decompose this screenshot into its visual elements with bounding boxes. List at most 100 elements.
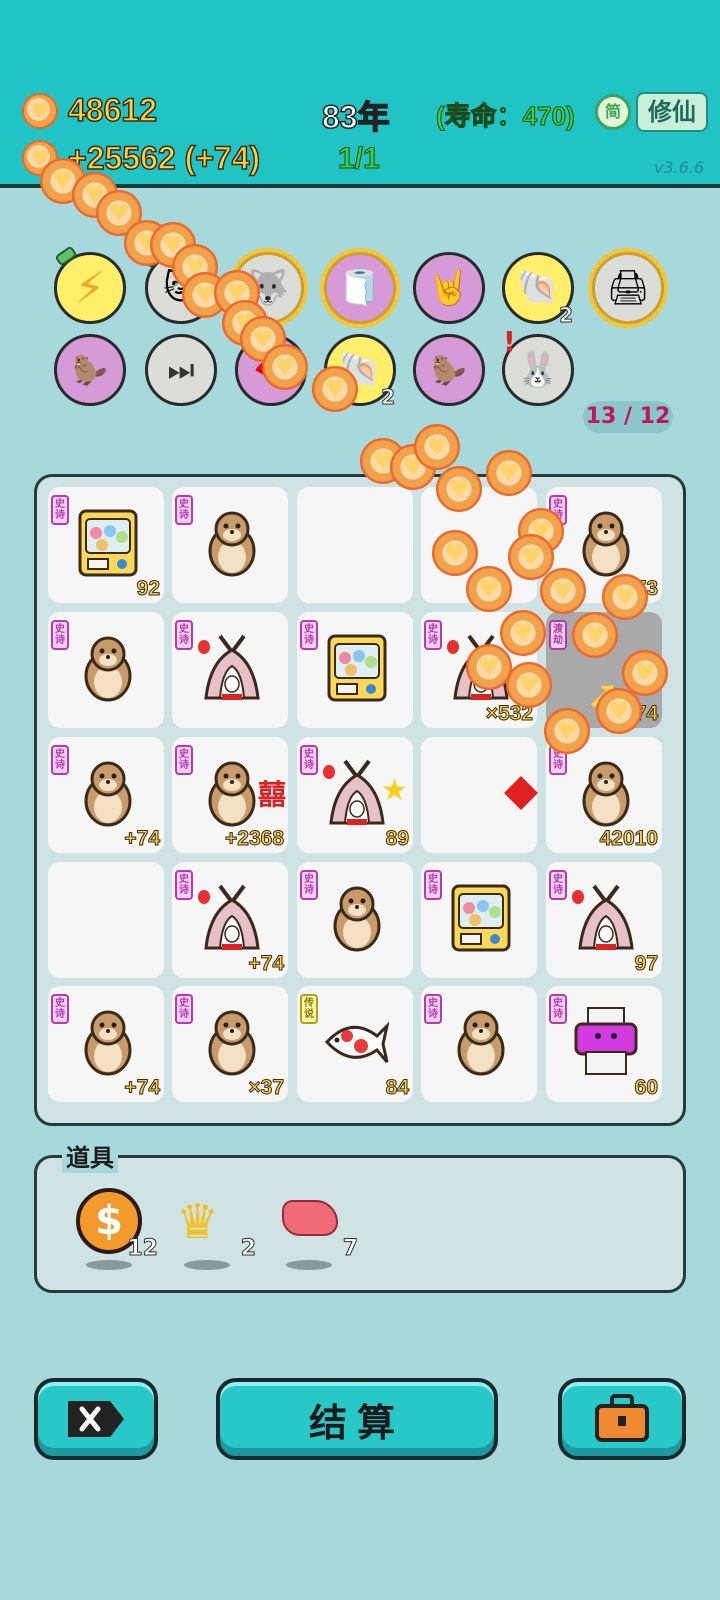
item-count: 7 [342, 1236, 358, 1262]
rarity-tag: 史诗 [300, 870, 318, 900]
gacha-machine-icon [327, 634, 387, 702]
board-cell[interactable]: 传说 84 [297, 986, 413, 1102]
board-cell[interactable] [48, 862, 164, 978]
flying-coin-icon [506, 662, 552, 708]
rock-hand-relic[interactable]: 🤘 [413, 252, 485, 324]
board-cell[interactable]: 史诗 +74 [48, 986, 164, 1102]
stage-progress: 1/1 [338, 142, 381, 176]
coin-icon [22, 93, 58, 129]
gacha-machine-icon [451, 884, 511, 952]
tissue-relic[interactable]: 🧻 [324, 252, 396, 324]
flying-coin-icon [544, 708, 590, 754]
cell-value: 89 [385, 827, 409, 851]
rarity-tag: 史诗 [51, 495, 69, 525]
coin-dollar-item[interactable]: $ 12 [72, 1180, 162, 1270]
board-cell[interactable]: 史诗 +74 [172, 862, 288, 978]
double-happiness-icon: 囍 [258, 778, 287, 811]
rarity-tag: 史诗 [424, 870, 442, 900]
year-text: 83年 [321, 98, 390, 136]
shell-count: 2 [559, 303, 574, 328]
board-cell[interactable]: 史诗 60 [546, 986, 662, 1102]
cell-value: 92 [136, 577, 160, 601]
otter-group-relic-2[interactable]: 🦫 [413, 334, 485, 406]
rock-hand-icon: 🤘 [427, 268, 471, 308]
otter-group-relic[interactable]: 🦫 [54, 334, 126, 406]
crown-item[interactable]: ♛ 2 [170, 1180, 260, 1270]
cell-value: +2368 [225, 827, 285, 851]
flying-coin-icon [622, 650, 668, 696]
rabbit-tent-icon [204, 884, 260, 950]
board-cell[interactable]: 囍 史诗 +2368 [172, 737, 288, 853]
cultivation-mode-button[interactable]: 修仙 [636, 92, 708, 132]
rarity-tag: 史诗 [51, 745, 69, 775]
board-cell[interactable]: 史诗 +74 [48, 737, 164, 853]
printer-monster-icon [574, 1007, 638, 1075]
rarity-tag: 渡劫 [549, 620, 567, 650]
close-button[interactable] [34, 1378, 158, 1460]
otter-icon [208, 511, 256, 577]
cell-value: +74 [248, 952, 285, 976]
printer-relic[interactable]: 🖨 [592, 252, 664, 324]
flying-coin-icon [414, 424, 460, 470]
board-cell[interactable]: 史诗 [297, 612, 413, 728]
cell-value: 84 [385, 1076, 409, 1100]
inventory-button[interactable] [558, 1378, 686, 1460]
item-count: 12 [127, 1236, 159, 1262]
rabbit-tent-icon [578, 884, 634, 950]
board-cell[interactable]: 史诗 92 [48, 487, 164, 603]
otter-icon [208, 761, 256, 827]
board-cell[interactable] [421, 737, 538, 853]
lantern-icon [198, 640, 210, 654]
lantern-icon [572, 890, 584, 904]
board-cell[interactable]: 史诗 [421, 986, 537, 1102]
board-cell[interactable]: 史诗 [172, 487, 288, 603]
skip-relic[interactable]: ⏭ [145, 334, 217, 406]
cell-value: 42010 [599, 827, 658, 851]
rabbit-tent-icon [329, 759, 385, 825]
cell-value: ×37 [248, 1076, 285, 1100]
star-icon: ★ [381, 773, 408, 808]
rabbit-relic[interactable]: 🐰 ! [502, 325, 574, 406]
rarity-tag: 史诗 [549, 994, 567, 1024]
briefcase-icon [595, 1394, 649, 1442]
cell-value: +74 [124, 1076, 161, 1100]
otter-group-icon: 🦫 [72, 353, 108, 387]
item-shadow [184, 1260, 230, 1270]
board-cell[interactable]: 史诗 [172, 612, 288, 728]
flying-coin-icon [486, 450, 532, 496]
flying-coin-icon [262, 344, 308, 390]
board-cell[interactable]: 史诗 [421, 862, 537, 978]
flying-coin-icon [602, 574, 648, 620]
board-cell[interactable]: 史诗 97 [546, 862, 662, 978]
cell-value: 60 [634, 1076, 658, 1100]
rabbit-tent-icon [204, 634, 260, 700]
otter-icon [582, 511, 630, 577]
board-cell[interactable]: 史诗 ×37 [172, 986, 288, 1102]
board-cell[interactable]: 史诗 [297, 862, 413, 978]
lifespan-text: (寿命：470) [436, 101, 576, 132]
rarity-tag: 史诗 [175, 745, 193, 775]
gacha-machine-icon [78, 509, 138, 577]
otter-group-icon: 🦫 [431, 353, 467, 387]
rarity-tag: 史诗 [549, 870, 567, 900]
liver-item[interactable]: 7 [272, 1180, 362, 1270]
rarity-tag: 史诗 [175, 870, 193, 900]
simplified-toggle-icon[interactable]: 简 [595, 94, 631, 130]
settle-button[interactable]: 结算 [216, 1378, 498, 1460]
otter-icon [84, 1010, 132, 1076]
shell-relic[interactable]: 🐚 2 [502, 252, 574, 328]
board-cell[interactable]: ★ 史诗 89 [297, 737, 413, 853]
rarity-tag: 传说 [300, 994, 318, 1024]
rarity-tag: 史诗 [424, 994, 442, 1024]
relic-counter: 13 / 12 [583, 401, 673, 433]
board-cell[interactable]: 史诗 42010 [546, 737, 662, 853]
rarity-tag: 史诗 [300, 745, 318, 775]
version-label: v3.6.6 [654, 158, 705, 177]
shell-icon: 🐚 [516, 268, 560, 308]
rarity-tag: 史诗 [51, 620, 69, 650]
flying-coin-icon [500, 610, 546, 656]
lightning-icon: ⚡ [74, 262, 106, 314]
board-cell[interactable] [297, 487, 413, 603]
board-cell[interactable]: 史诗 [48, 612, 164, 728]
otter-icon [582, 761, 630, 827]
